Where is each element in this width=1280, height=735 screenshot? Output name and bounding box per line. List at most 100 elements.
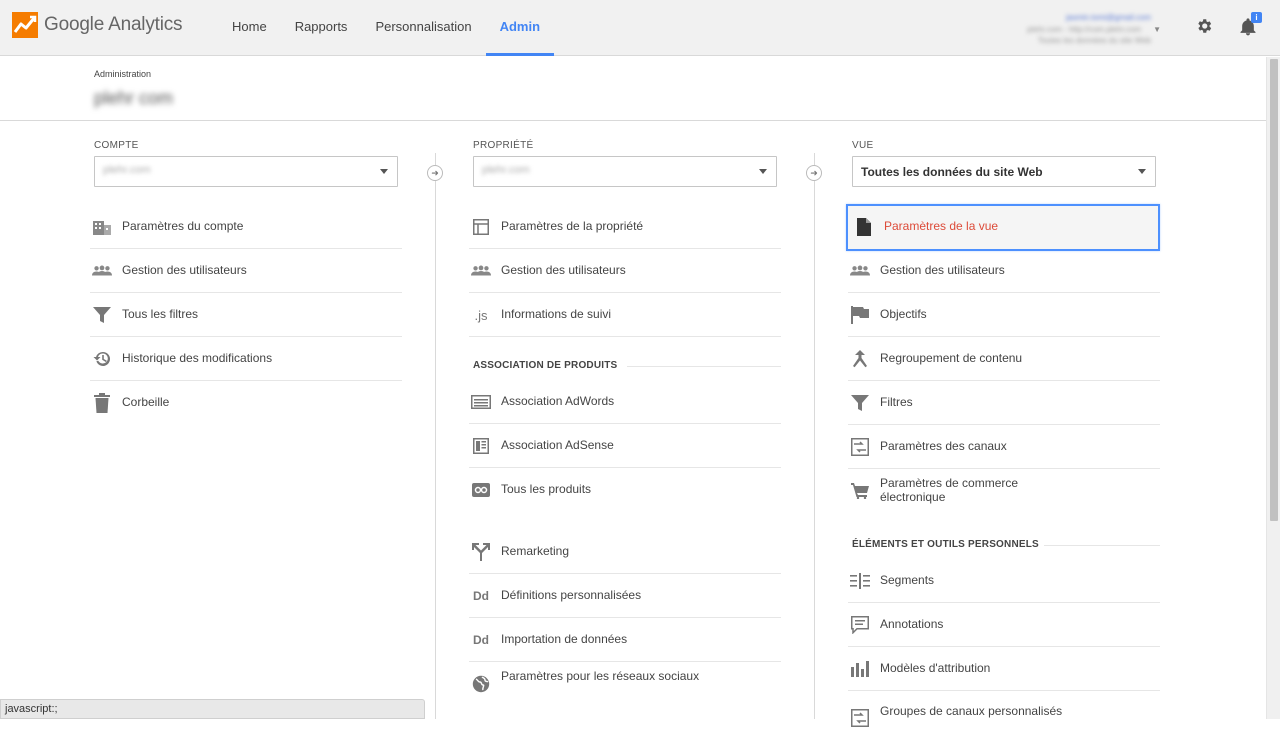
admin-header: Administration plehr com (0, 57, 1266, 121)
chevron-down-icon (380, 169, 388, 174)
main-nav: Home Rapports Personnalisation Admin (218, 0, 555, 56)
menu-item-label: Filtres (880, 395, 913, 409)
menu-item-label: Paramètres de commerce électronique (880, 476, 1019, 504)
menu-item-label: Importation de données (501, 632, 628, 646)
flag-icon (850, 305, 870, 325)
account-switcher[interactable]: jasmin.tomi@gmail.com plehr.com - http:/… (995, 10, 1161, 46)
view-filters-item[interactable]: Filtres (848, 381, 1160, 425)
filter-icon (850, 393, 870, 413)
account-select-value: plehr.com (103, 164, 151, 176)
menu-item-label: Annotations (880, 617, 944, 631)
grouping-icon (850, 349, 870, 369)
attribution-icon (850, 659, 870, 679)
products-icon (471, 480, 491, 500)
adwords-linking-item[interactable]: Association AdWords (469, 380, 781, 424)
menu-item-label: Remarketing (501, 544, 570, 558)
account-settings-item[interactable]: Paramètres du compte (90, 205, 402, 249)
remarketing-icon (471, 542, 491, 562)
nav-admin[interactable]: Admin (485, 0, 555, 56)
menu-item-label: Paramètres du compte (122, 219, 244, 233)
custom-channel-groups-item[interactable]: Groupes de canaux personnalisés (848, 691, 1160, 735)
custom-definitions-item[interactable]: Dd Définitions personnalisées (469, 574, 781, 618)
property-select[interactable]: plehr.com (473, 156, 777, 187)
trash-icon (92, 393, 112, 413)
section-heading: ÉLÉMENTS ET OUTILS PERSONNELS (852, 539, 1039, 550)
annotations-item[interactable]: Annotations (848, 603, 1160, 647)
menu-item-label: Tous les produits (501, 482, 592, 496)
goals-item[interactable]: Objectifs (848, 293, 1160, 337)
channels-icon (850, 437, 870, 457)
menu-item-label: Association AdWords (501, 394, 615, 408)
scrollbar-thumb[interactable] (1270, 59, 1278, 521)
section-heading: ASSOCIATION DE PRODUITS (473, 360, 618, 371)
view-select[interactable]: Toutes les données du site Web (852, 156, 1156, 187)
property-select-value: plehr.com (482, 164, 530, 176)
view-users-item[interactable]: Gestion des utilisateurs (848, 249, 1160, 293)
chevron-down-icon: ▼ (1153, 25, 1161, 34)
adsense-linking-item[interactable]: Association AdSense (469, 424, 781, 468)
channel-settings-item[interactable]: Paramètres des canaux (848, 425, 1160, 469)
menu-item-label: Groupes de canaux personnalisés (880, 704, 1063, 718)
annotation-icon (850, 615, 870, 635)
menu-item-label: Corbeille (122, 395, 170, 409)
property-settings-item[interactable]: Paramètres de la propriété (469, 205, 781, 249)
menu-item-label: Paramètres pour les réseaux sociaux (501, 669, 700, 683)
segments-icon (850, 571, 870, 591)
account-view: Toutes les données du site Web (1037, 36, 1151, 45)
google-analytics-logo[interactable]: Google Analytics (12, 12, 183, 38)
content-grouping-item[interactable]: Regroupement de contenu (848, 337, 1160, 381)
menu-item-label: Modèles d'attribution (880, 661, 991, 675)
breadcrumb: Administration (94, 69, 152, 79)
segments-item[interactable]: Segments (848, 559, 1160, 603)
property-users-item[interactable]: Gestion des utilisateurs (469, 249, 781, 293)
cart-icon (850, 481, 870, 501)
top-bar: Google Analytics Home Rapports Personnal… (0, 0, 1280, 56)
globe-icon (471, 674, 491, 694)
account-select[interactable]: plehr.com (94, 156, 398, 187)
section-divider (627, 366, 781, 367)
data-import-item[interactable]: Dd Importation de données (469, 618, 781, 662)
trash-item[interactable]: Corbeille (90, 381, 402, 425)
nav-personnalisation[interactable]: Personnalisation (361, 0, 485, 56)
dd-icon: Dd (473, 589, 489, 603)
menu-item-label: Association AdSense (501, 438, 614, 452)
change-history-item[interactable]: Historique des modifications (90, 337, 402, 381)
scrollbar[interactable] (1266, 57, 1280, 719)
filter-icon (92, 305, 112, 325)
gear-icon[interactable] (1195, 17, 1213, 35)
menu-item-label: Regroupement de contenu (880, 351, 1023, 365)
tracking-info-item[interactable]: .js Informations de suivi (469, 293, 781, 337)
dd-icon: Dd (473, 633, 489, 647)
account-filters-item[interactable]: Tous les filtres (90, 293, 402, 337)
users-icon (92, 261, 112, 281)
menu-item-label: Gestion des utilisateurs (880, 263, 1005, 277)
building-icon (92, 217, 112, 237)
view-settings-item[interactable]: Paramètres de la vue (846, 204, 1160, 251)
view-heading: VUE (852, 140, 874, 151)
page-title: plehr com (94, 88, 174, 108)
menu-item-label: Historique des modifications (122, 351, 273, 365)
app-name: Google Analytics (44, 14, 183, 35)
column-divider (814, 153, 815, 719)
adwords-icon (471, 392, 491, 412)
remarketing-item[interactable]: Remarketing (469, 530, 781, 574)
menu-item-label: Paramètres de la propriété (501, 219, 644, 233)
account-property: plehr.com - http://com.plehr.com (1027, 25, 1141, 34)
account-users-item[interactable]: Gestion des utilisateurs (90, 249, 402, 293)
menu-item-label: Tous les filtres (122, 307, 199, 321)
arrow-right-icon: ➜ (806, 165, 822, 181)
nav-home[interactable]: Home (218, 0, 281, 56)
all-products-item[interactable]: Tous les produits (469, 468, 781, 512)
nav-rapports[interactable]: Rapports (281, 0, 362, 56)
social-settings-item[interactable]: Paramètres pour les réseaux sociaux (469, 662, 781, 706)
users-icon (471, 261, 491, 281)
attribution-models-item[interactable]: Modèles d'attribution (848, 647, 1160, 691)
menu-item-label: Définitions personnalisées (501, 588, 642, 602)
menu-item-label: Gestion des utilisateurs (501, 263, 626, 277)
channel-groups-icon (850, 708, 870, 728)
ecommerce-settings-item[interactable]: Paramètres de commerce électronique (848, 469, 1160, 513)
arrow-right-icon: ➜ (427, 165, 443, 181)
browser-status-bar: javascript:; (0, 699, 425, 719)
history-icon (92, 349, 112, 369)
document-icon (854, 217, 874, 237)
